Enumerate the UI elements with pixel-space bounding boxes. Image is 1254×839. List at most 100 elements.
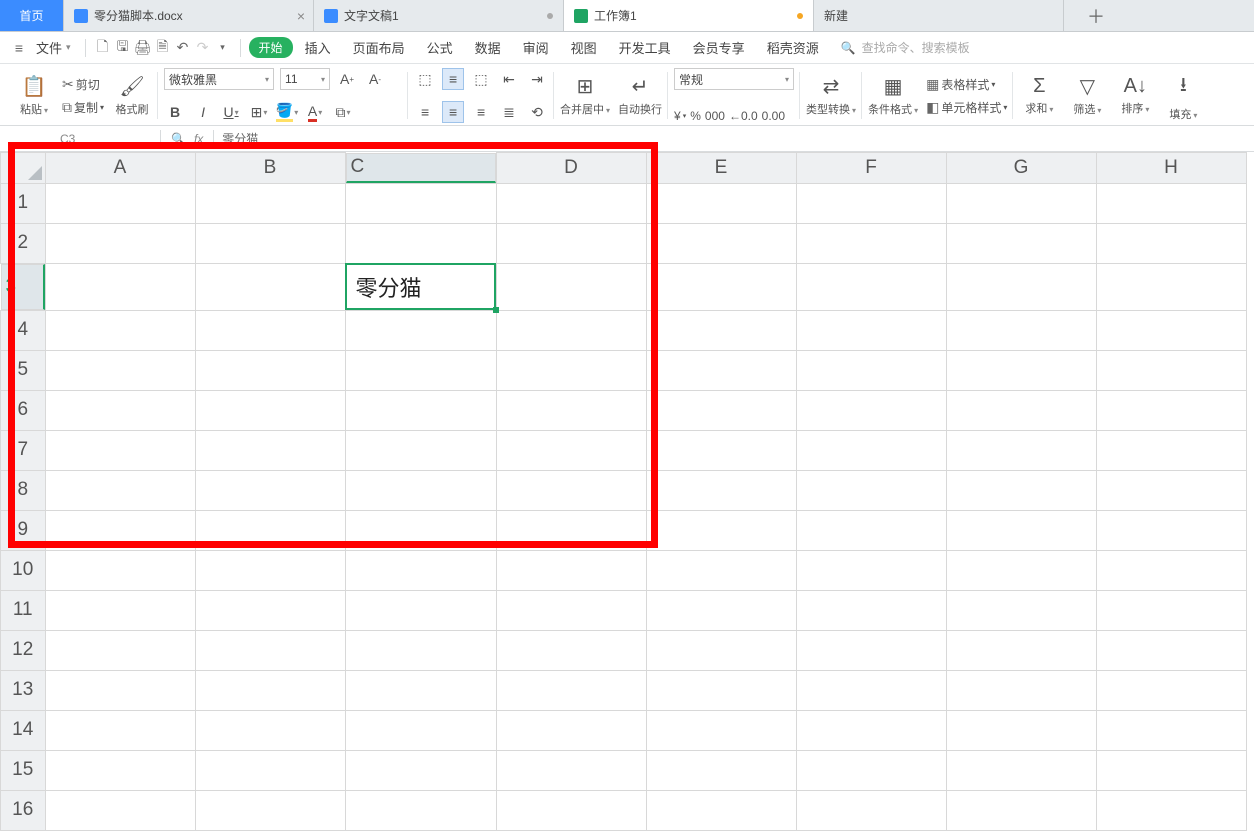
- row-header-15[interactable]: 15: [1, 750, 46, 790]
- cell-B6[interactable]: [195, 390, 345, 430]
- conditional-format-button[interactable]: ▦ 条件格式▾: [868, 74, 918, 117]
- cell-C1[interactable]: [345, 183, 496, 223]
- cell-H15[interactable]: [1096, 750, 1246, 790]
- cell-C2[interactable]: [345, 223, 496, 263]
- cell-D4[interactable]: [496, 310, 646, 350]
- indent-increase-button[interactable]: ⇥: [526, 68, 548, 90]
- paste-button[interactable]: 📋 粘贴▾: [14, 74, 54, 117]
- thousands-button[interactable]: 000: [705, 109, 725, 123]
- cell-H14[interactable]: [1096, 710, 1246, 750]
- cell-B15[interactable]: [195, 750, 345, 790]
- select-all-triangle-icon[interactable]: [28, 166, 42, 180]
- merge-center-button[interactable]: ⊞ 合并居中▾: [560, 74, 610, 117]
- cell-A1[interactable]: [45, 183, 195, 223]
- row-header-4[interactable]: 4: [1, 310, 46, 350]
- cell-E14[interactable]: [646, 710, 796, 750]
- cell-H2[interactable]: [1096, 223, 1246, 263]
- table-style-button[interactable]: ▦ 表格样式▾: [926, 76, 1007, 93]
- row-header-14[interactable]: 14: [1, 710, 46, 750]
- cell-E5[interactable]: [646, 350, 796, 390]
- cell-C10[interactable]: [345, 550, 496, 590]
- cell-G10[interactable]: [946, 550, 1096, 590]
- align-top-button[interactable]: ⬚: [414, 68, 436, 90]
- tab-insert[interactable]: 插入: [295, 38, 341, 57]
- increase-decimal-button[interactable]: 0.00: [762, 109, 785, 123]
- cell-F11[interactable]: [796, 590, 946, 630]
- cell-C6[interactable]: [345, 390, 496, 430]
- increase-font-button[interactable]: A+: [336, 68, 358, 90]
- cell-B5[interactable]: [195, 350, 345, 390]
- bold-button[interactable]: B: [164, 101, 186, 123]
- cell-B14[interactable]: [195, 710, 345, 750]
- tab-page-layout[interactable]: 页面布局: [343, 38, 415, 57]
- copy-button[interactable]: ⧉ 复制▾: [62, 99, 104, 116]
- tab-resources[interactable]: 稻壳资源: [757, 38, 829, 57]
- cell-D16[interactable]: [496, 790, 646, 830]
- row-header-12[interactable]: 12: [1, 630, 46, 670]
- cell-C16[interactable]: [345, 790, 496, 830]
- cell-B12[interactable]: [195, 630, 345, 670]
- cell-E1[interactable]: [646, 183, 796, 223]
- cell-B3[interactable]: [195, 263, 345, 310]
- cell-G6[interactable]: [946, 390, 1096, 430]
- tab-start[interactable]: 开始: [249, 37, 293, 58]
- hamburger-icon[interactable]: ≡: [10, 39, 28, 57]
- cell-E10[interactable]: [646, 550, 796, 590]
- row-header-16[interactable]: 16: [1, 790, 46, 830]
- cell-E13[interactable]: [646, 670, 796, 710]
- sort-button[interactable]: A↓ 排序▾: [1115, 75, 1155, 116]
- cell-D9[interactable]: [496, 510, 646, 550]
- align-left-button[interactable]: ≡: [414, 101, 436, 123]
- cell-F15[interactable]: [796, 750, 946, 790]
- number-format-select[interactable]: 常规▾: [674, 68, 794, 90]
- cell-H12[interactable]: [1096, 630, 1246, 670]
- cell-F12[interactable]: [796, 630, 946, 670]
- col-header-D[interactable]: D: [496, 153, 646, 184]
- cell-D15[interactable]: [496, 750, 646, 790]
- new-tab-button[interactable]: ＋: [1064, 0, 1128, 31]
- align-justify-button[interactable]: ≣: [498, 101, 520, 123]
- cell-A7[interactable]: [45, 430, 195, 470]
- tab-data[interactable]: 数据: [465, 38, 511, 57]
- cell-A13[interactable]: [45, 670, 195, 710]
- cell-B8[interactable]: [195, 470, 345, 510]
- cell-B7[interactable]: [195, 430, 345, 470]
- formula-input[interactable]: 零分猫: [214, 130, 258, 147]
- spreadsheet-grid[interactable]: A B C D E F G H 123零分猫456789101112131415…: [0, 152, 1254, 831]
- cell-E2[interactable]: [646, 223, 796, 263]
- cell-A3[interactable]: [45, 263, 195, 310]
- cell-E8[interactable]: [646, 470, 796, 510]
- cell-F7[interactable]: [796, 430, 946, 470]
- col-header-A[interactable]: A: [45, 153, 195, 184]
- cell-E11[interactable]: [646, 590, 796, 630]
- cell-D1[interactable]: [496, 183, 646, 223]
- tab-doc-3-active[interactable]: 工作簿1: [564, 0, 814, 31]
- row-header-6[interactable]: 6: [1, 390, 46, 430]
- print-preview-icon[interactable]: 🗎: [154, 39, 172, 57]
- cell-F13[interactable]: [796, 670, 946, 710]
- tab-doc-4[interactable]: 新建: [814, 0, 1064, 31]
- row-header-11[interactable]: 11: [1, 590, 46, 630]
- row-header-13[interactable]: 13: [1, 670, 46, 710]
- col-header-C[interactable]: C: [346, 153, 496, 183]
- cell-A2[interactable]: [45, 223, 195, 263]
- cell-D6[interactable]: [496, 390, 646, 430]
- cut-button[interactable]: ✂ 剪切: [62, 76, 104, 93]
- cell-G13[interactable]: [946, 670, 1096, 710]
- cell-B16[interactable]: [195, 790, 345, 830]
- sum-button[interactable]: Σ 求和▾: [1019, 75, 1059, 116]
- cell-C13[interactable]: [345, 670, 496, 710]
- tab-formula[interactable]: 公式: [417, 38, 463, 57]
- cell-G3[interactable]: [946, 263, 1096, 310]
- cell-B2[interactable]: [195, 223, 345, 263]
- align-center-button[interactable]: ≡: [442, 101, 464, 123]
- cell-G7[interactable]: [946, 430, 1096, 470]
- tab-home[interactable]: 首页: [0, 0, 64, 31]
- cell-B1[interactable]: [195, 183, 345, 223]
- cell-C15[interactable]: [345, 750, 496, 790]
- cell-E3[interactable]: [646, 263, 796, 310]
- italic-button[interactable]: I: [192, 101, 214, 123]
- cell-A4[interactable]: [45, 310, 195, 350]
- col-header-G[interactable]: G: [946, 153, 1096, 184]
- undo-icon[interactable]: ↶: [174, 39, 192, 57]
